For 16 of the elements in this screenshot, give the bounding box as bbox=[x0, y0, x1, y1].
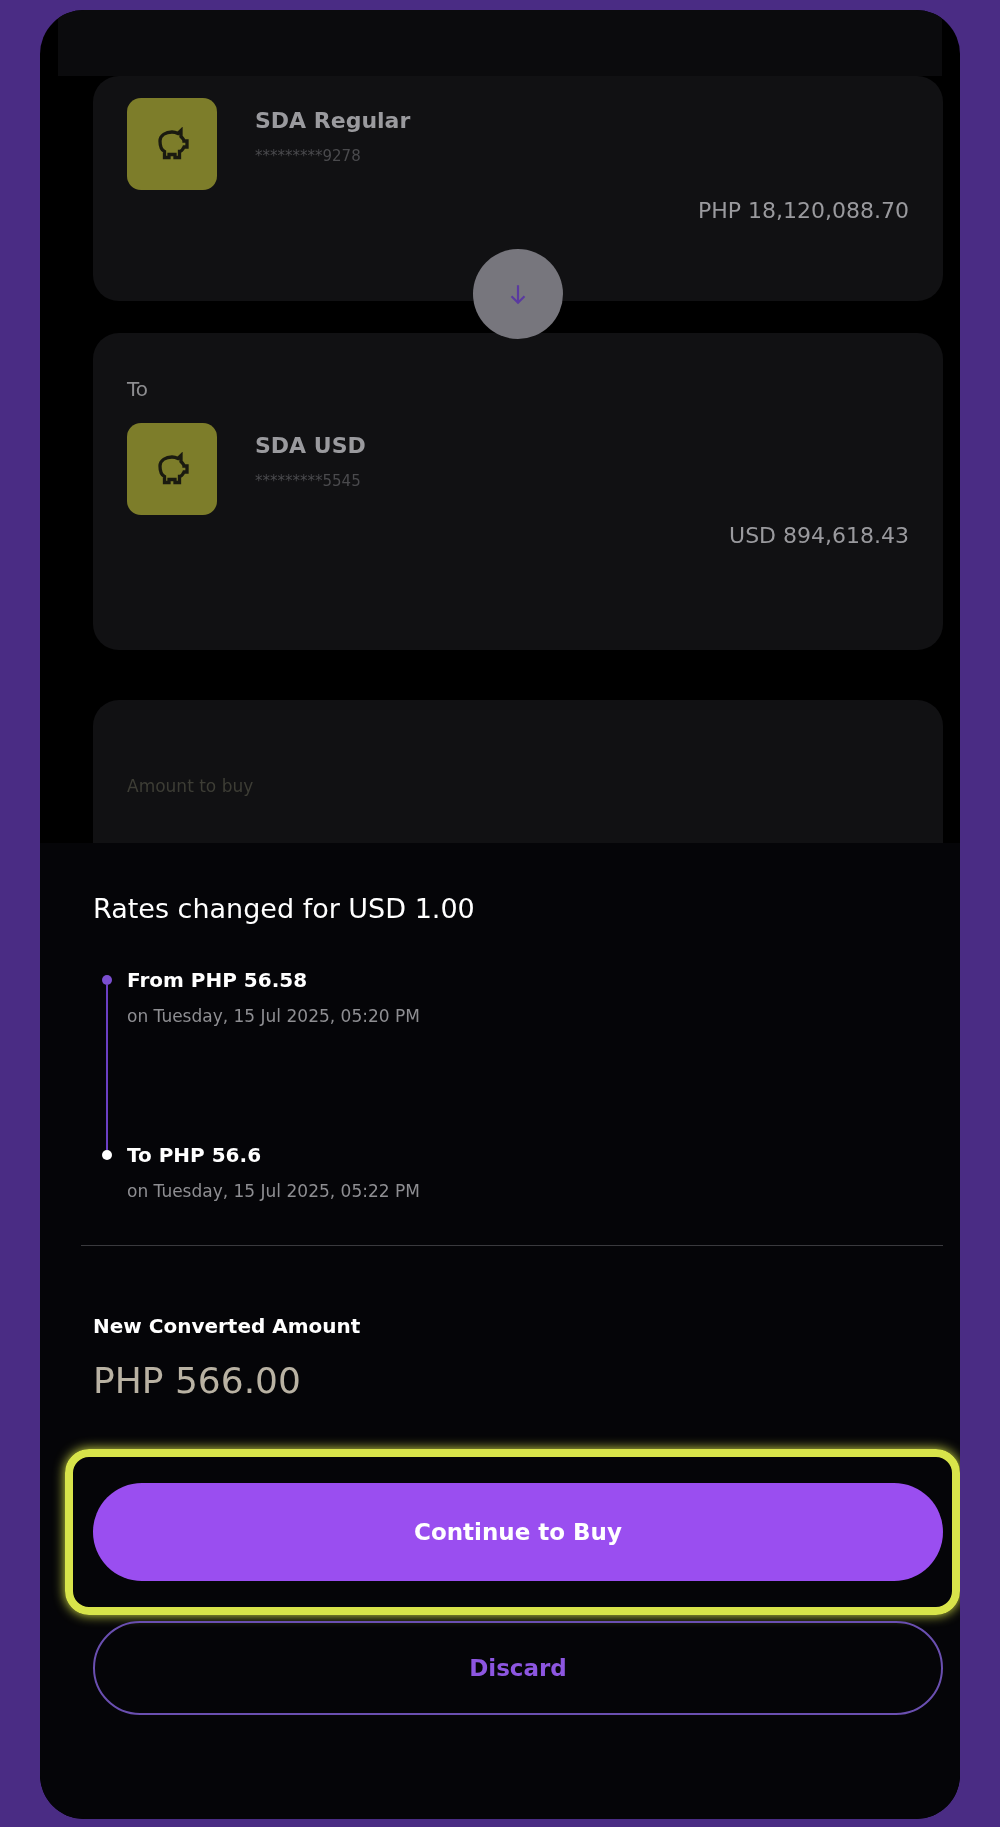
account-number: *********9278 bbox=[255, 147, 362, 165]
card-label: To bbox=[127, 377, 150, 401]
rate-title: To PHP 56.6 bbox=[127, 1143, 263, 1167]
account-balance: PHP 18,120,088.70 bbox=[697, 198, 909, 223]
account-name: SDA Regular bbox=[255, 108, 411, 133]
rate-title: From PHP 56.58 bbox=[127, 968, 309, 992]
continue-button[interactable]: Continue to Buy bbox=[93, 1483, 943, 1581]
account-name: SDA USD bbox=[255, 433, 366, 458]
result-amount: PHP 566.00 bbox=[93, 1360, 302, 1401]
result-label: New Converted Amount bbox=[93, 1314, 362, 1338]
rate-timestamp: on Tuesday, 15 Jul 2025, 05:20 PM bbox=[127, 1006, 420, 1026]
rate-timestamp: on Tuesday, 15 Jul 2025, 05:22 PM bbox=[127, 1181, 420, 1201]
sheet-title: Rates changed for USD 1.00 bbox=[93, 893, 476, 924]
discard-button[interactable]: Discard bbox=[93, 1621, 943, 1715]
account-number: *********5545 bbox=[255, 472, 362, 490]
account-balance: USD 894,618.43 bbox=[729, 523, 909, 548]
